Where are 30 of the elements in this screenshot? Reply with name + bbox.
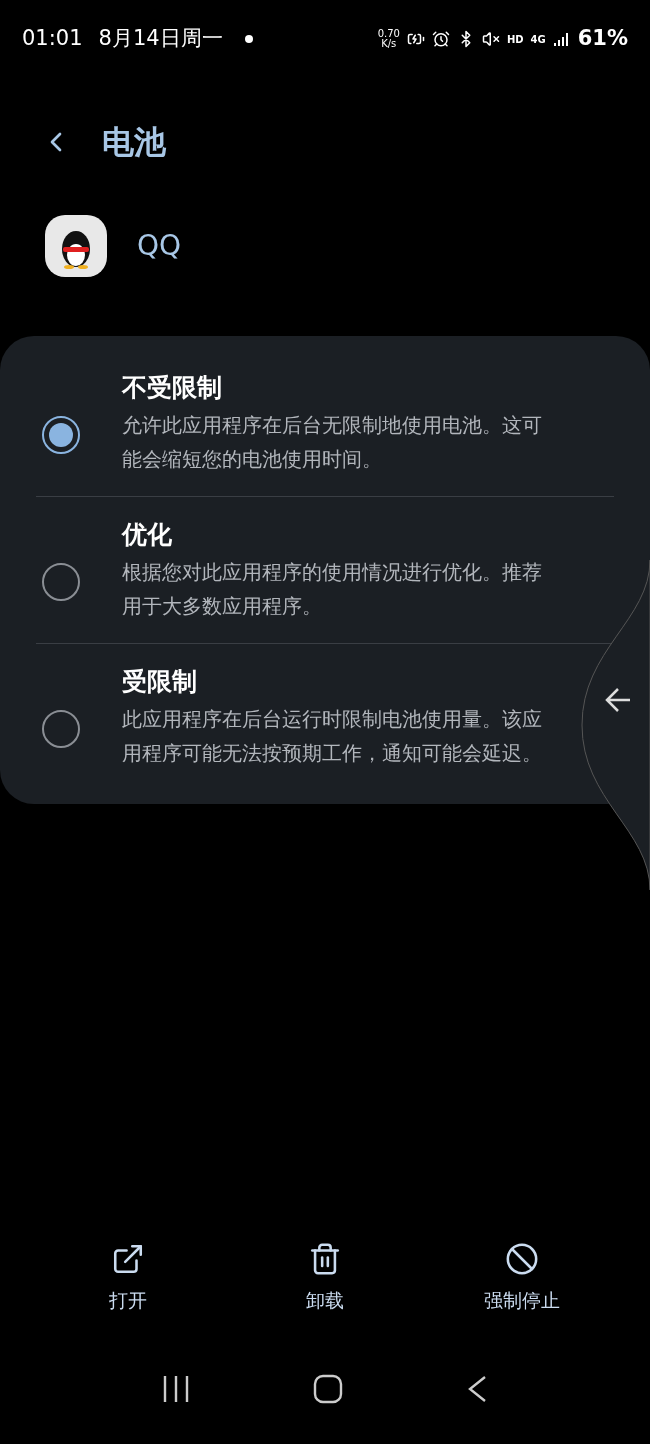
action-button[interactable]: 强制停止 [446,1241,597,1314]
page-title: 电池 [102,122,166,163]
recent-apps-icon[interactable] [161,1374,191,1404]
radio-button[interactable] [42,563,80,601]
option-title: 优化 [122,519,173,551]
action-button[interactable]: 打开 [53,1241,204,1314]
app-name: QQ [137,228,182,264]
radio-button[interactable] [42,710,80,748]
action-button[interactable]: 卸载 [250,1241,400,1314]
radio-button[interactable] [42,416,80,454]
signal-icon [552,31,571,47]
net-speed-unit: K/s [381,39,397,49]
trash-icon [308,1241,342,1276]
edge-panel-handle[interactable] [580,560,650,890]
network-type: 4G [530,32,546,47]
battery-percent: 61% [577,25,628,53]
option-description: 允许此应用程序在后台无限制地使用电池。这可能会缩短您的电池使用时间。 [122,412,543,473]
app-icon [45,215,107,277]
home-icon[interactable] [313,1374,343,1404]
mute-icon [481,30,500,48]
stop-icon [504,1241,539,1276]
hd-label: HD [506,32,524,47]
alarm-icon [431,30,450,48]
option-title: 不受限制 [122,372,223,404]
option-title: 受限制 [122,666,198,698]
net-speed: 0.70 [377,29,400,39]
option-description: 此应用程序在后台运行时限制电池使用量。该应用程序可能无法按预期工作，通知可能会延迟。 [122,706,543,767]
option-description: 根据您对此应用程序的使用情况进行优化。推荐用于大多数应用程序。 [122,559,543,620]
clock: 01:01 [22,25,83,53]
date: 8月14日周一 [98,25,223,53]
